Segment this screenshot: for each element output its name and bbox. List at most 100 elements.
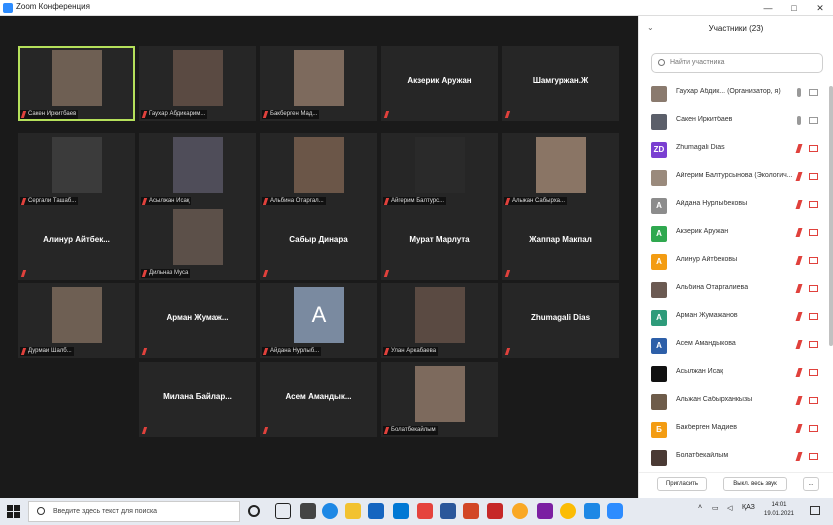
video-tile[interactable]: Бакберген Мад... [260, 46, 377, 121]
video-tile[interactable]: Сабыр Динара [260, 205, 377, 280]
app-icon[interactable] [487, 503, 503, 519]
video-tile[interactable]: Болатбекайлым [381, 362, 498, 437]
video-tile[interactable]: Альжан Сабырха... [502, 133, 619, 208]
participant-row[interactable]: Асылжан Исақ [639, 362, 829, 390]
muted-mic-icon[interactable] [795, 284, 803, 293]
video-tile[interactable]: Zhumagali Dias [502, 283, 619, 358]
camera-off-icon[interactable] [809, 453, 818, 460]
close-button[interactable]: ✕ [807, 0, 833, 16]
video-tile[interactable]: Асылжан Исақ [139, 133, 256, 208]
minimize-button[interactable]: — [755, 0, 781, 16]
camera-off-icon[interactable] [809, 369, 818, 376]
muted-mic-icon[interactable] [795, 172, 803, 181]
chrome-icon[interactable] [560, 503, 576, 519]
video-tile[interactable]: Алинур Айтбек... [18, 205, 135, 280]
camera-off-icon[interactable] [809, 285, 818, 292]
mic-icon[interactable] [797, 116, 801, 125]
participant-row[interactable]: Альжан Сабырханкызы [639, 390, 829, 418]
muted-mic-icon[interactable] [795, 368, 803, 377]
camera-off-icon[interactable] [809, 341, 818, 348]
muted-mic-icon[interactable] [795, 340, 803, 349]
taskbar-clock[interactable]: 14:01 19.01.2021 [762, 501, 796, 519]
participant-row[interactable]: Гаухар Абдик... (Организатор, я) [639, 82, 829, 110]
mute-all-button[interactable]: Выкл. весь звук [723, 477, 787, 491]
tray-up-icon[interactable]: ˄ [698, 504, 702, 511]
powerpoint-icon[interactable] [463, 503, 479, 519]
video-tile[interactable]: Дурмаи Шалб... [18, 283, 135, 358]
video-tile[interactable]: A Айдана Нурлыб... [260, 283, 377, 358]
participant-row[interactable]: Сакен Иркитбаев [639, 110, 829, 138]
video-tile[interactable]: Сергали Ташаб... [18, 133, 135, 208]
participant-row[interactable]: A Арман Жумажанов [639, 306, 829, 334]
app-icon[interactable] [417, 503, 433, 519]
app-icon[interactable] [300, 503, 316, 519]
video-tile[interactable]: Милана Байлар... [139, 362, 256, 437]
more-button[interactable]: ... [803, 477, 819, 491]
file-explorer-icon[interactable] [345, 503, 361, 519]
camera-off-icon[interactable] [809, 229, 818, 236]
participant-search-input[interactable]: Найти участника [651, 53, 823, 73]
muted-mic-icon[interactable] [795, 256, 803, 265]
app-icon[interactable] [537, 503, 553, 519]
camera-off-icon[interactable] [809, 397, 818, 404]
video-tile[interactable]: Асем Амандык... [260, 362, 377, 437]
video-tile[interactable]: Сакен Иркитбаев [18, 46, 135, 121]
camera-off-icon[interactable] [809, 145, 818, 152]
participant-row[interactable]: A Алинур Айтбековы [639, 250, 829, 278]
video-tile[interactable]: Шамгуржан.Ж [502, 46, 619, 121]
participant-video [173, 137, 223, 193]
participant-row[interactable]: Альбина Отаргалиева [639, 278, 829, 306]
language-indicator[interactable]: ҚАЗ [742, 504, 755, 511]
video-tile[interactable]: Альбина Отаргал... [260, 133, 377, 208]
invite-button[interactable]: Пригласить [657, 477, 707, 491]
taskbar-search-input[interactable]: Введите здесь текст для поиска [28, 501, 240, 522]
muted-mic-icon[interactable] [795, 200, 803, 209]
zoom-taskbar-icon[interactable] [607, 503, 623, 519]
camera-icon[interactable] [809, 89, 818, 96]
cortana-icon[interactable] [248, 505, 260, 517]
video-tile[interactable]: Жаппар Макпал [502, 205, 619, 280]
participant-row[interactable]: Болатбекайлым [639, 446, 829, 474]
camera-off-icon[interactable] [809, 257, 818, 264]
participant-row[interactable]: Айгерим Балтурсынова (Экологич... [639, 166, 829, 194]
video-tile[interactable]: Айгерим Балтурс... [381, 133, 498, 208]
video-tile[interactable]: Мурат Марлута [381, 205, 498, 280]
app-icon[interactable] [512, 503, 528, 519]
participant-row[interactable]: A Айдана Нурлыбековы [639, 194, 829, 222]
notifications-icon[interactable] [810, 506, 820, 515]
video-tile[interactable]: Акзерик Аружан [381, 46, 498, 121]
maximize-button[interactable]: □ [781, 0, 807, 16]
panel-scrollbar[interactable] [829, 86, 833, 346]
video-tile[interactable]: Дильназ Муса [139, 205, 256, 280]
mic-icon[interactable] [797, 88, 801, 97]
muted-mic-icon[interactable] [795, 424, 803, 433]
word-icon[interactable] [440, 503, 456, 519]
windows-start-icon[interactable] [7, 505, 20, 518]
camera-icon[interactable] [809, 117, 818, 124]
camera-off-icon[interactable] [809, 201, 818, 208]
task-view-icon[interactable] [275, 503, 291, 519]
video-tile[interactable]: Гаухар Абдикарим... [139, 46, 256, 121]
app-icon[interactable] [584, 503, 600, 519]
participant-row[interactable]: A Акзерик Аружан [639, 222, 829, 250]
network-icon[interactable]: ▭ [712, 504, 719, 512]
participant-row[interactable]: Б Бакберген Мадиев [639, 418, 829, 446]
edge-icon[interactable] [322, 503, 338, 519]
muted-mic-icon[interactable] [795, 228, 803, 237]
muted-mic-icon[interactable] [795, 312, 803, 321]
store-icon[interactable] [368, 503, 384, 519]
camera-off-icon[interactable] [809, 425, 818, 432]
volume-icon[interactable]: ◁ [727, 504, 732, 512]
participant-row[interactable]: ZD Zhumagali Dias [639, 138, 829, 166]
camera-off-icon[interactable] [809, 173, 818, 180]
participant-name: Асылжан Исақ [676, 368, 724, 375]
camera-off-icon[interactable] [809, 313, 818, 320]
video-tile[interactable]: Арман Жумаж... [139, 283, 256, 358]
participant-row[interactable]: A Асем Амандыкова [639, 334, 829, 362]
video-tile[interactable]: Улан Аркабаева [381, 283, 498, 358]
participant-video [415, 366, 465, 422]
muted-mic-icon[interactable] [795, 452, 803, 461]
muted-mic-icon[interactable] [795, 144, 803, 153]
muted-mic-icon[interactable] [795, 396, 803, 405]
mail-icon[interactable] [393, 503, 409, 519]
